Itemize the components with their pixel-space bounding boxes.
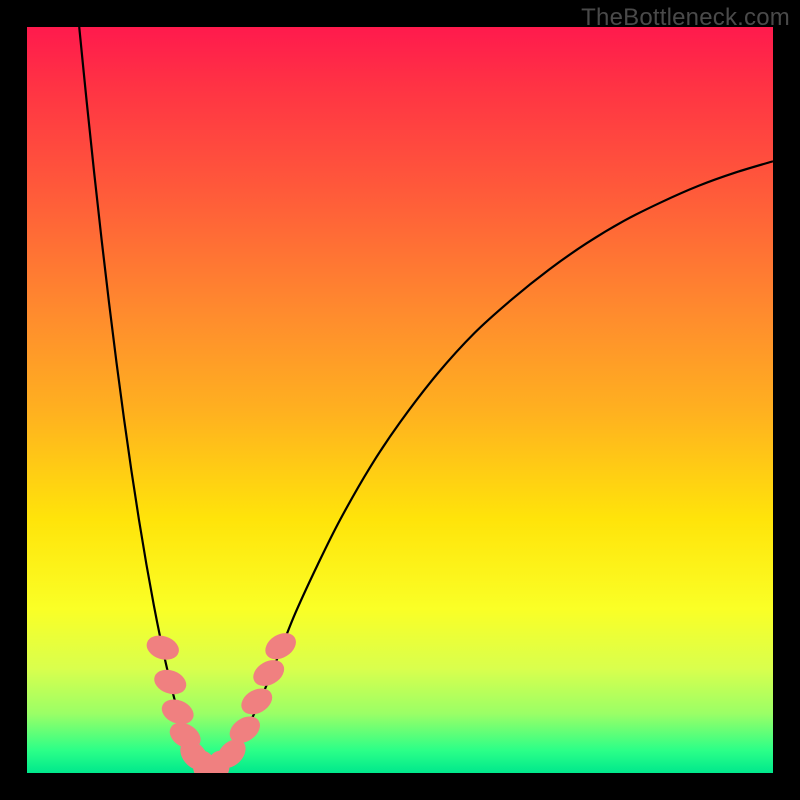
marker-point <box>212 734 250 772</box>
chart-frame: TheBottleneck.com <box>0 0 800 800</box>
marker-point <box>151 666 189 698</box>
marker-point <box>175 736 212 773</box>
marker-point <box>190 749 218 773</box>
marker-point <box>237 684 276 719</box>
curve-right-branch <box>214 161 774 770</box>
marker-point <box>225 712 264 748</box>
marker-point <box>159 696 197 728</box>
curve-left-branch <box>79 27 206 771</box>
marker-point <box>204 749 232 773</box>
marker-point <box>144 632 181 663</box>
marker-group <box>144 628 300 773</box>
plot-area <box>27 27 773 773</box>
attribution-text: TheBottleneck.com <box>581 4 790 32</box>
curve-layer <box>27 27 773 773</box>
marker-point <box>166 718 205 753</box>
marker-point <box>249 656 288 691</box>
marker-point <box>261 628 300 664</box>
